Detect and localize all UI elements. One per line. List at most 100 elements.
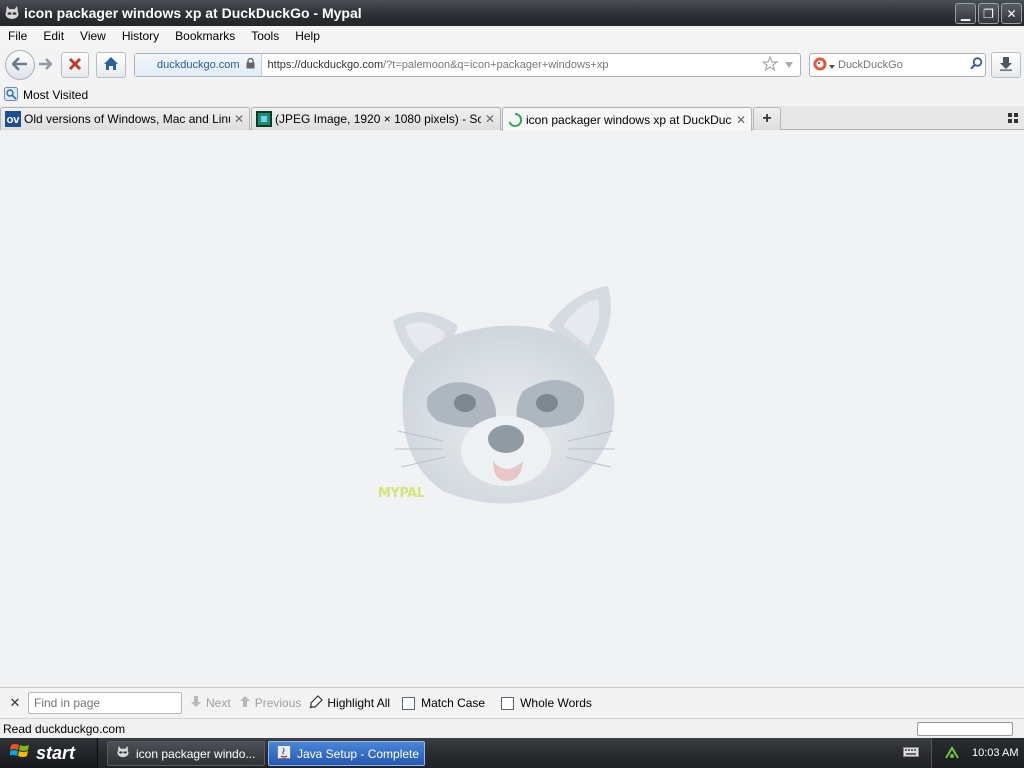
taskbar: start icon packager windo... Java Setup … bbox=[0, 738, 1024, 768]
minimize-icon: ▁ bbox=[960, 6, 971, 21]
ov-icon: OV bbox=[5, 111, 21, 127]
tab-label: Old versions of Windows, Mac and Linux .… bbox=[24, 112, 230, 126]
menu-bookmarks[interactable]: Bookmarks bbox=[167, 29, 243, 43]
whole-words-checkbox[interactable] bbox=[501, 696, 515, 710]
site-identity-button[interactable]: duckduckgo.com bbox=[135, 54, 262, 76]
svg-text:OV: OV bbox=[7, 116, 21, 125]
forward-arrow-icon bbox=[38, 57, 53, 73]
tab-strip: OV Old versions of Windows, Mac and Linu… bbox=[0, 106, 1024, 131]
network-icon[interactable] bbox=[944, 745, 960, 761]
tab-label: icon packager windows xp at DuckDuckGo bbox=[526, 112, 732, 127]
restore-icon: ❐ bbox=[983, 6, 994, 21]
clock[interactable]: 10:03 AM bbox=[972, 747, 1018, 759]
back-button[interactable] bbox=[5, 50, 35, 80]
keyboard-icon[interactable] bbox=[902, 745, 920, 759]
start-label: start bbox=[36, 742, 76, 763]
raccoon-icon bbox=[116, 746, 130, 761]
taskbar-item-java-setup[interactable]: Java Setup - Complete bbox=[268, 741, 425, 766]
tab-close-icon[interactable]: ✕ bbox=[484, 112, 496, 126]
status-bar: Read duckduckgo.com bbox=[0, 718, 1024, 738]
list-all-tabs-button[interactable] bbox=[1006, 112, 1020, 126]
find-next-button[interactable]: Next bbox=[190, 695, 231, 711]
find-bar-close-icon[interactable]: ✕ bbox=[7, 695, 23, 711]
menu-file[interactable]: File bbox=[0, 29, 35, 43]
match-case-toggle[interactable]: Match Case bbox=[402, 696, 485, 710]
highlighter-pen-icon bbox=[309, 694, 324, 712]
url-history-dropdown-icon[interactable] bbox=[784, 58, 794, 72]
stop-button[interactable] bbox=[61, 52, 89, 78]
chevron-down-icon bbox=[829, 58, 835, 72]
tab-jpeg-image[interactable]: (JPEG Image, 1920 × 1080 pixels) - Scal.… bbox=[251, 107, 501, 130]
bookmark-star-icon[interactable] bbox=[761, 55, 779, 74]
search-go-button[interactable] bbox=[967, 57, 985, 73]
taskbar-item-browser[interactable]: icon packager windo... bbox=[107, 741, 265, 766]
home-button[interactable] bbox=[96, 52, 126, 78]
taskbar-item-label: Java Setup - Complete bbox=[297, 746, 420, 761]
tab-close-icon[interactable]: ✕ bbox=[233, 112, 245, 126]
window-controls: ▁ ❐ ✕ bbox=[955, 3, 1022, 24]
most-visited-folder-icon bbox=[4, 86, 18, 104]
title-bar: icon packager windows xp at DuckDuckGo -… bbox=[0, 0, 1024, 26]
close-icon: ✕ bbox=[1006, 6, 1017, 21]
whole-words-toggle[interactable]: Whole Words bbox=[501, 696, 592, 710]
url-text[interactable]: https://duckduckgo.com/?t=palemoon&q=ico… bbox=[262, 59, 762, 71]
tab-duckduckgo[interactable]: icon packager windows xp at DuckDuckGo ✕ bbox=[502, 107, 752, 131]
home-icon bbox=[103, 56, 119, 74]
download-arrow-icon bbox=[999, 56, 1013, 74]
menu-edit[interactable]: Edit bbox=[35, 29, 72, 43]
minimize-button[interactable]: ▁ bbox=[955, 3, 976, 24]
search-input[interactable] bbox=[838, 59, 967, 71]
java-setup-icon bbox=[277, 745, 291, 762]
close-window-button[interactable]: ✕ bbox=[1001, 3, 1022, 24]
find-input[interactable] bbox=[28, 692, 182, 714]
url-host: https://duckduckgo.com bbox=[267, 59, 384, 71]
mypal-raccoon-logo bbox=[383, 281, 619, 511]
navigation-toolbar: duckduckgo.com https://duckduckgo.com/?t… bbox=[0, 46, 1024, 84]
tab-close-icon[interactable]: ✕ bbox=[735, 113, 747, 127]
bookmark-most-visited[interactable]: Most Visited bbox=[0, 86, 89, 104]
search-engine-selector[interactable] bbox=[810, 54, 838, 76]
bookmark-most-visited-label: Most Visited bbox=[23, 88, 89, 102]
tab-old-versions[interactable]: OV Old versions of Windows, Mac and Linu… bbox=[0, 107, 250, 130]
tab-label: (JPEG Image, 1920 × 1080 pixels) - Scal.… bbox=[275, 112, 481, 126]
stop-x-icon bbox=[68, 57, 82, 74]
grid-icon bbox=[1008, 112, 1018, 126]
forward-button[interactable] bbox=[35, 55, 55, 75]
image-icon bbox=[256, 111, 272, 127]
windows-flag-icon bbox=[9, 742, 30, 765]
menu-history[interactable]: History bbox=[114, 29, 167, 43]
padlock-icon bbox=[246, 57, 255, 72]
menu-tools[interactable]: Tools bbox=[243, 29, 287, 43]
mypal-wordmark: MYPAL bbox=[378, 486, 425, 501]
menu-bar: File Edit View History Bookmarks Tools H… bbox=[0, 26, 1024, 46]
page-content: MYPAL bbox=[0, 131, 1024, 687]
new-tab-button[interactable]: + bbox=[753, 107, 781, 130]
raccoon-icon bbox=[4, 5, 20, 21]
plus-icon: + bbox=[762, 110, 772, 127]
menu-view[interactable]: View bbox=[72, 29, 114, 43]
loading-spinner-icon bbox=[507, 112, 523, 128]
restore-button[interactable]: ❐ bbox=[978, 3, 999, 24]
system-tray: 10:03 AM bbox=[931, 738, 1024, 768]
highlight-all-label: Highlight All bbox=[327, 696, 391, 710]
menu-help[interactable]: Help bbox=[287, 29, 328, 43]
magnifier-icon bbox=[969, 57, 983, 73]
highlight-all-button[interactable]: Highlight All bbox=[309, 694, 391, 712]
bookmarks-toolbar: Most Visited bbox=[0, 84, 1024, 106]
find-next-label: Next bbox=[206, 696, 231, 710]
taskbar-item-label: icon packager windo... bbox=[136, 746, 256, 761]
arrow-down-icon bbox=[190, 695, 202, 711]
arrow-up-icon bbox=[239, 695, 251, 711]
match-case-checkbox[interactable] bbox=[402, 696, 416, 710]
find-previous-label: Previous bbox=[254, 696, 302, 710]
url-bar[interactable]: duckduckgo.com https://duckduckgo.com/?t… bbox=[134, 53, 801, 77]
downloads-button[interactable] bbox=[991, 52, 1021, 78]
back-arrow-icon bbox=[11, 56, 28, 74]
status-text: Read duckduckgo.com bbox=[3, 721, 126, 736]
duckduckgo-logo-icon bbox=[813, 57, 827, 74]
search-bar[interactable] bbox=[809, 53, 986, 77]
start-button[interactable]: start bbox=[0, 738, 98, 768]
status-progress-meter bbox=[917, 722, 1013, 736]
find-previous-button[interactable]: Previous bbox=[239, 695, 302, 711]
match-case-label: Match Case bbox=[421, 696, 486, 710]
